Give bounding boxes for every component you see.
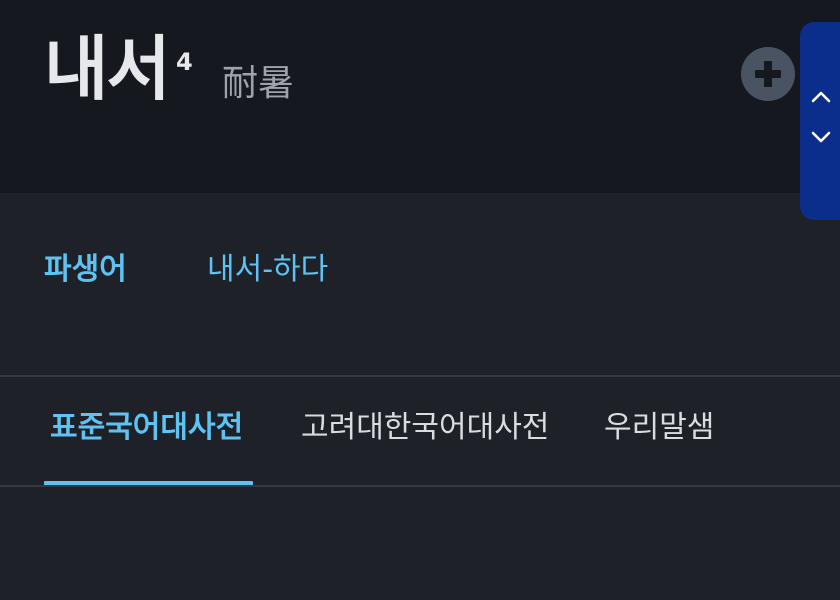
derivative-label: 파생어 (44, 252, 127, 287)
dictionary-entry-page: 내서 4 耐暑 파생어 내서-하다 표준국어대사전 고려대한국어대사전 우리말샘 (0, 0, 840, 600)
scroll-control (800, 22, 840, 220)
chevron-up-icon (811, 91, 831, 103)
headword: 내서 (44, 28, 171, 110)
homonym-number: 4 (176, 48, 193, 76)
divider (0, 485, 840, 487)
tab-urimalsaem[interactable]: 우리말샘 (604, 413, 714, 443)
add-to-wordbook-button[interactable] (741, 47, 795, 101)
entry-header: 내서 4 耐暑 (0, 0, 840, 193)
chevron-down-icon (811, 131, 831, 143)
scroll-down-button[interactable] (808, 124, 834, 150)
dictionary-tabs: 표준국어대사전 고려대한국어대사전 우리말샘 (0, 377, 840, 487)
tab-standard-korean-dictionary[interactable]: 표준국어대사전 (50, 413, 243, 443)
derivative-section: 파생어 내서-하다 (0, 193, 840, 376)
hanja-text: 耐暑 (222, 63, 295, 104)
tab-korea-university-dictionary[interactable]: 고려대한국어대사전 (301, 413, 549, 443)
derivative-link[interactable]: 내서-하다 (207, 255, 328, 285)
plus-circle-icon (755, 61, 781, 87)
scroll-up-button[interactable] (808, 84, 834, 110)
